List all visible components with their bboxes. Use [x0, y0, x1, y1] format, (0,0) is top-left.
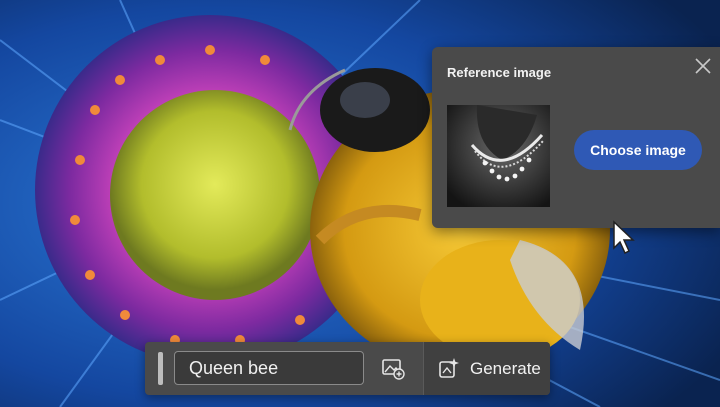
- prompt-bar: Generate: [145, 342, 550, 395]
- reference-panel-title: Reference image: [447, 65, 552, 80]
- reference-image-panel: Reference image Choose image: [432, 47, 720, 228]
- reference-image-thumbnail: [447, 105, 550, 207]
- prompt-input[interactable]: [174, 351, 364, 385]
- drag-handle[interactable]: [158, 352, 163, 385]
- necklace-image: [447, 105, 550, 207]
- close-icon[interactable]: [694, 57, 712, 75]
- image-add-icon[interactable]: [381, 356, 405, 380]
- generate-button[interactable]: Generate: [424, 342, 550, 395]
- choose-image-button[interactable]: Choose image: [574, 130, 702, 170]
- mouse-pointer-icon: [612, 220, 638, 256]
- generate-label: Generate: [470, 359, 541, 378]
- sparkle-generate-icon: [438, 357, 460, 379]
